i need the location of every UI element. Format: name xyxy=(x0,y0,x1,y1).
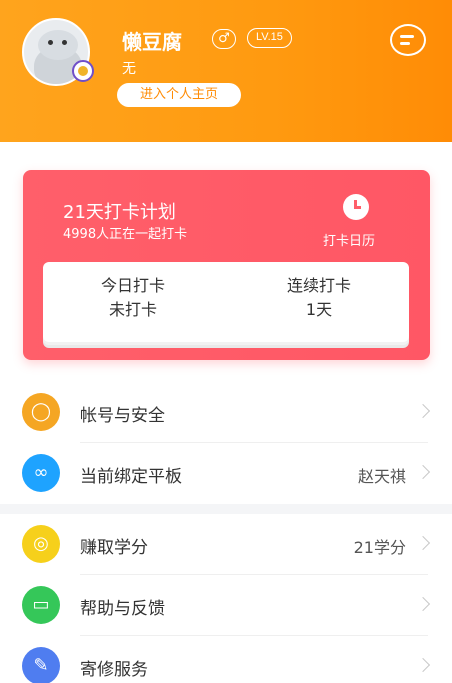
medal-icon[interactable] xyxy=(72,60,94,82)
message-icon[interactable] xyxy=(390,24,426,56)
chat-icon: ▭ xyxy=(22,586,60,624)
today-checkin-stat: 今日打卡 未打卡 xyxy=(43,274,223,322)
menu-label: 帮助与反馈 xyxy=(80,599,165,619)
checkin-stats-panel: 今日打卡 未打卡 连续打卡 1天 xyxy=(43,262,409,342)
male-gender-icon: ♂ xyxy=(212,29,236,49)
user-shield-icon: ◯ xyxy=(22,393,60,431)
streak-checkin-value: 1天 xyxy=(305,300,333,319)
main-content: 21天打卡计划 4998人正在一起打卡 打卡日历 今日打卡 未打卡 连续打卡 1… xyxy=(0,142,452,683)
menu-item-repair-service[interactable]: ✎ 寄修服务 xyxy=(0,636,452,683)
chevron-right-icon xyxy=(415,535,431,551)
avatar-head xyxy=(38,30,78,60)
personal-home-button[interactable]: 进入个人主页 xyxy=(117,83,241,107)
menu-value: 赵天祺 xyxy=(357,467,406,486)
menu-label: 帐号与安全 xyxy=(80,406,165,426)
streak-checkin-stat: 连续打卡 1天 xyxy=(229,274,409,322)
menu-item-earn-credits[interactable]: ◎ 赚取学分 21学分 xyxy=(0,514,452,574)
checkin-calendar-link[interactable]: 打卡日历 xyxy=(323,230,375,249)
checkin-plan-subtitle: 4998人正在一起打卡 xyxy=(63,227,188,242)
chevron-right-icon xyxy=(415,464,431,480)
today-checkin-label: 今日打卡 xyxy=(100,276,165,295)
menu-item-help-feedback[interactable]: ▭ 帮助与反馈 xyxy=(0,575,452,635)
menu-item-bound-tablet[interactable]: ∞ 当前绑定平板 赵天祺 xyxy=(0,443,452,503)
menu-item-account-security[interactable]: ◯ 帐号与安全 xyxy=(0,382,452,442)
menu-label: 当前绑定平板 xyxy=(80,467,182,487)
clock-icon[interactable] xyxy=(343,194,369,220)
menu-value: 21学分 xyxy=(353,538,406,557)
avatar-eye-right xyxy=(62,40,67,45)
today-checkin-value: 未打卡 xyxy=(108,300,157,319)
menu-label: 寄修服务 xyxy=(80,660,148,680)
avatar-eye-left xyxy=(48,40,53,45)
chevron-right-icon xyxy=(415,596,431,612)
checkin-card[interactable]: 21天打卡计划 4998人正在一起打卡 打卡日历 今日打卡 未打卡 连续打卡 1… xyxy=(23,170,430,360)
section-gap xyxy=(0,504,452,514)
level-badge: LV.15 xyxy=(247,28,292,48)
chevron-right-icon xyxy=(415,657,431,673)
chevron-right-icon xyxy=(415,403,431,419)
checkin-plan-title: 21天打卡计划 xyxy=(63,202,176,223)
credit-icon: ◎ xyxy=(22,525,60,563)
wrench-icon: ✎ xyxy=(22,647,60,683)
profile-header: 懒豆腐 ♂ LV.15 无 进入个人主页 xyxy=(0,0,452,142)
link-icon: ∞ xyxy=(22,454,60,492)
streak-checkin-label: 连续打卡 xyxy=(286,276,351,295)
signature: 无 xyxy=(122,61,136,77)
menu-label: 赚取学分 xyxy=(80,538,148,558)
nickname: 懒豆腐 xyxy=(122,30,182,54)
